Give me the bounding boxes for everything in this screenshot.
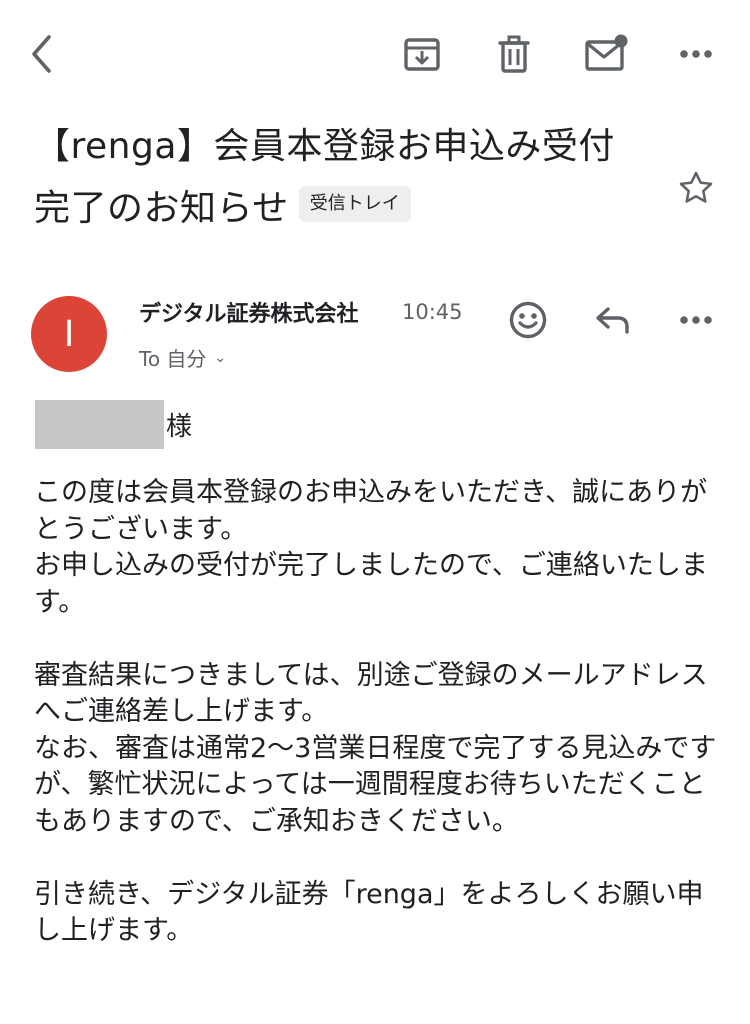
smiley-icon xyxy=(509,301,547,339)
add-reaction-button[interactable] xyxy=(506,298,550,342)
salutation-suffix: 様 xyxy=(166,412,193,442)
back-arrow-icon xyxy=(32,35,51,73)
sender-avatar: I xyxy=(31,296,107,372)
sender-name: デジタル証券株式会社 xyxy=(139,302,359,327)
archive-icon xyxy=(404,38,440,71)
more-horizontal-icon xyxy=(680,50,712,58)
archive-button[interactable] xyxy=(400,32,444,76)
recipient-details-toggle[interactable]: To 自分 ⌄ xyxy=(139,343,226,372)
star-outline-icon xyxy=(679,171,713,203)
more-options-button[interactable] xyxy=(676,34,716,74)
reply-icon xyxy=(596,307,629,334)
recipient-text: To 自分 xyxy=(139,347,207,371)
message-more-button[interactable] xyxy=(676,300,716,340)
chevron-down-icon: ⌄ xyxy=(214,349,227,366)
mark-unread-button[interactable] xyxy=(583,30,631,76)
redacted-recipient-name xyxy=(35,400,164,449)
email-subject: 【renga】会員本登録お申込み受付完了のお知らせ 受信トレイ xyxy=(34,116,644,240)
email-time: 10:45 xyxy=(402,300,463,324)
trash-icon xyxy=(498,35,530,73)
back-button[interactable] xyxy=(20,30,64,78)
star-button[interactable] xyxy=(674,166,718,210)
delete-button[interactable] xyxy=(492,32,536,76)
email-body: この度は会員本登録のお申込みをいただき、誠にありがとうございます。 お申し込みの… xyxy=(34,477,717,946)
mail-unread-icon xyxy=(585,34,628,71)
reply-button[interactable] xyxy=(591,300,635,340)
inbox-label[interactable]: 受信トレイ xyxy=(298,186,411,222)
more-horizontal-icon xyxy=(680,316,712,324)
